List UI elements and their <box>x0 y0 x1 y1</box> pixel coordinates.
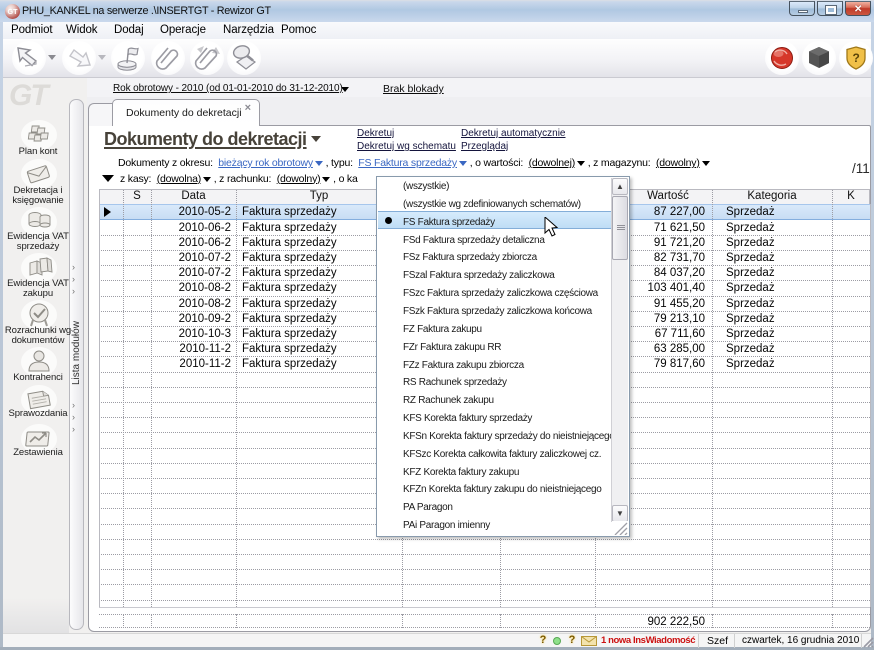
svg-text:?: ? <box>853 51 860 65</box>
